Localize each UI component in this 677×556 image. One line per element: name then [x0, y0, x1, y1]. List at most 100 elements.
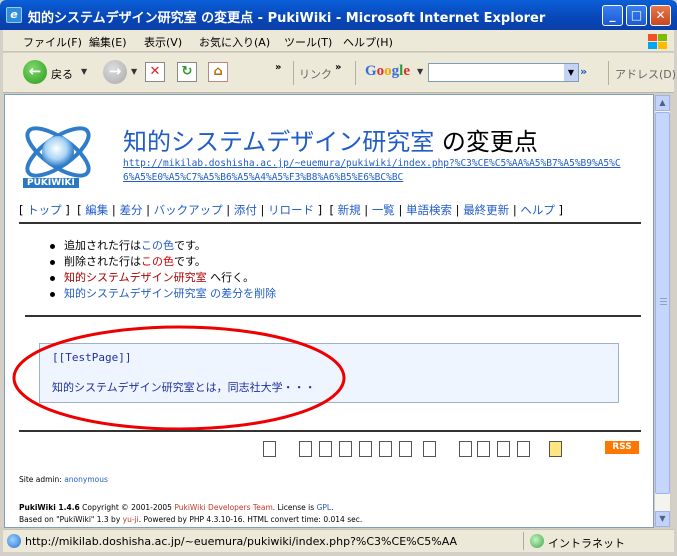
back-arrow-icon: ← — [23, 60, 47, 84]
list-item: 削除された行はこの色です。 — [50, 254, 276, 270]
divider — [19, 430, 641, 432]
nav-reload[interactable]: リロード — [268, 203, 314, 217]
site-admin-link[interactable]: anonymous — [64, 475, 108, 484]
page-title-link[interactable]: 知的システムデザイン研究室 — [123, 128, 434, 156]
goto-suffix: へ行く。 — [206, 271, 255, 284]
toolbar-separator — [355, 61, 356, 85]
nav-recent[interactable]: 最終更新 — [463, 203, 509, 217]
recent-changes-icon[interactable] — [517, 441, 530, 457]
red-highlight-ellipse — [12, 325, 346, 431]
footer-text: Based on "PukiWiki" 1.3 by — [19, 515, 123, 524]
top-page-icon[interactable] — [263, 441, 276, 457]
search-go-chevron[interactable]: » — [580, 65, 587, 78]
nav-attach[interactable]: 添付 — [234, 203, 257, 217]
intranet-zone-icon — [530, 534, 544, 548]
diff-icon[interactable] — [319, 441, 332, 457]
title-bar[interactable]: e 知的システムデザイン研究室 の変更点 - PukiWiki - Micros… — [0, 0, 677, 30]
reload-icon[interactable] — [423, 441, 436, 457]
minimize-button[interactable]: _ — [602, 5, 623, 26]
backup-icon[interactable] — [339, 441, 352, 457]
vertical-scrollbar[interactable]: ▲ ▼ — [654, 94, 671, 528]
help-icon[interactable] — [549, 441, 562, 457]
ie-app-icon: e — [6, 7, 22, 23]
list-icon[interactable] — [477, 441, 490, 457]
added-suffix: です。 — [174, 239, 206, 252]
browser-viewport[interactable]: PUKIWIKI 知的システムデザイン研究室 の変更点 http://mikil… — [4, 94, 654, 528]
edit-icon[interactable] — [299, 441, 312, 457]
developers-link[interactable]: PukiWiki Developers Team — [174, 503, 272, 512]
nav-search[interactable]: 単語検索 — [406, 203, 452, 217]
nav-new[interactable]: 新規 — [338, 203, 361, 217]
forward-dropdown-icon[interactable]: ▼ — [131, 67, 137, 76]
site-admin-label: Site admin: — [19, 475, 65, 484]
footer-text: . License is — [272, 503, 317, 512]
rss-button[interactable]: RSS — [605, 441, 639, 454]
window-title: 知的システムデザイン研究室 の変更点 - PukiWiki - Microsof… — [28, 11, 546, 26]
nav-help[interactable]: ヘルプ — [520, 203, 555, 217]
nav-backup[interactable]: バックアップ — [154, 203, 223, 217]
status-bar: http://mikilab.doshisha.ac.jp/~euemura/p… — [3, 529, 674, 552]
scroll-down-arrow-icon[interactable]: ▼ — [655, 511, 670, 527]
list-item: 知的システムデザイン研究室 の差分を削除 — [50, 286, 276, 302]
added-prefix: 追加された行は — [64, 239, 141, 252]
refresh-icon[interactable]: ↻ — [177, 62, 197, 82]
google-dropdown-icon[interactable]: ▼ — [417, 67, 423, 76]
page-url-link[interactable]: http://mikilab.doshisha.ac.jp/~euemura/p… — [123, 157, 623, 185]
google-search-input[interactable]: ▼ — [428, 63, 579, 82]
security-zone: イントラネット — [548, 537, 625, 550]
footer-copyright: PukiWiki 1.4.6 Copyright © 2001-2005 Puk… — [19, 503, 333, 512]
status-separator — [523, 532, 524, 550]
back-dropdown-icon[interactable]: ▼ — [81, 67, 87, 76]
search-history-dropdown-icon[interactable]: ▼ — [564, 64, 578, 81]
search-icon[interactable] — [497, 441, 510, 457]
added-color-sample: この色 — [141, 239, 174, 252]
scroll-thumb[interactable] — [655, 112, 670, 494]
new-page-icon[interactable] — [459, 441, 472, 457]
delete-diff-link[interactable]: 知的システムデザイン研究室 の差分を削除 — [64, 287, 276, 300]
status-url: http://mikilab.doshisha.ac.jp/~euemura/p… — [25, 535, 458, 548]
menu-favorites[interactable]: お気に入り(A) — [199, 34, 270, 50]
removed-color-sample: この色 — [141, 255, 174, 268]
windows-flag-icon — [646, 32, 668, 50]
menu-file[interactable]: ファイル(F) — [23, 34, 82, 50]
author-link[interactable]: yu-ji — [123, 515, 139, 524]
toolbar-more-chevron[interactable]: » — [275, 62, 281, 73]
copy-icon[interactable] — [379, 441, 392, 457]
nav-list[interactable]: 一覧 — [372, 203, 395, 217]
google-toolbar-logo[interactable]: Google — [365, 63, 410, 80]
close-button[interactable]: ✕ — [650, 5, 671, 26]
list-item: 追加された行はこの色です。 — [50, 238, 276, 254]
address-label[interactable]: アドレス(D) — [615, 66, 676, 82]
home-icon[interactable]: ⌂ — [208, 62, 228, 82]
menu-tools[interactable]: ツール(T) — [284, 34, 332, 50]
rename-icon[interactable] — [399, 441, 412, 457]
menu-help[interactable]: ヘルプ(H) — [343, 34, 393, 50]
links-more-chevron[interactable]: » — [335, 62, 341, 73]
stop-icon[interactable]: ✕ — [145, 62, 165, 82]
menu-edit[interactable]: 編集(E) — [89, 34, 127, 50]
menu-view[interactable]: 表示(V) — [144, 34, 182, 50]
nav-edit[interactable]: 編集 — [85, 203, 108, 217]
removed-suffix: です。 — [174, 255, 206, 268]
links-label[interactable]: リンク — [299, 66, 332, 82]
site-admin: Site admin: anonymous — [19, 475, 108, 484]
forward-arrow-icon: → — [103, 60, 127, 84]
goto-page-link[interactable]: 知的システムデザイン研究室 — [64, 271, 207, 284]
page-title-suffix: の変更点 — [434, 128, 538, 156]
nav-diff[interactable]: 差分 — [119, 203, 142, 217]
menu-bar: ファイル(F) 編集(E) 表示(V) お気に入り(A) ツール(T) ヘルプ(… — [3, 30, 674, 52]
page-title: 知的システムデザイン研究室 の変更点 — [123, 122, 538, 157]
gpl-link[interactable]: GPL — [317, 503, 332, 512]
list-item: 知的システムデザイン研究室 へ行く。 — [50, 270, 276, 286]
scroll-up-arrow-icon[interactable]: ▲ — [655, 95, 670, 111]
nav-top[interactable]: トップ — [27, 203, 62, 217]
maximize-button[interactable]: □ — [626, 5, 647, 26]
footer-text: Copyright © 2001-2005 — [79, 503, 175, 512]
scroll-grip — [660, 298, 667, 307]
footer-text: . — [331, 503, 334, 512]
pukiwiki-version: PukiWiki 1.4.6 — [19, 503, 80, 512]
diff-legend-list: 追加された行はこの色です。 削除された行はこの色です。 知的システムデザイン研究… — [50, 238, 276, 302]
toolbar-separator — [293, 61, 294, 85]
attach-icon[interactable] — [359, 441, 372, 457]
toolbar: ← 戻る ▼ → ▼ ✕ ↻ ⌂ » リンク » Google ▼ ▼ » アド… — [3, 53, 676, 93]
